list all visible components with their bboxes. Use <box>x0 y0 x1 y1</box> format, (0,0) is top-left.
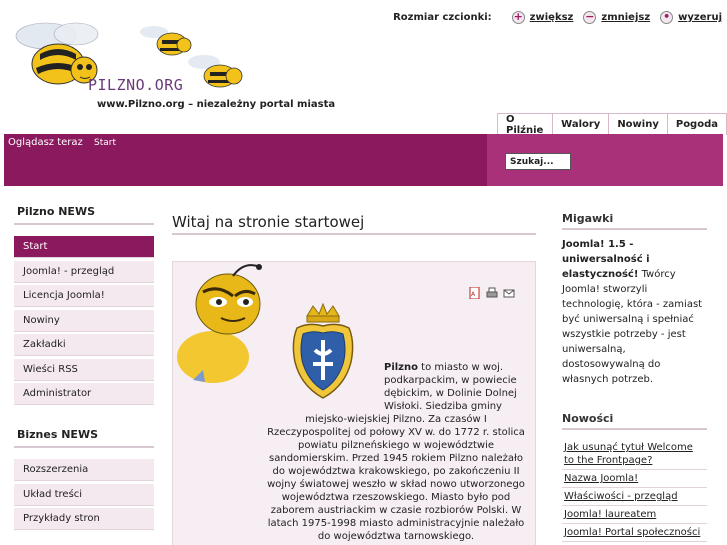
menu-item-licencja[interactable]: Licencja Joomla! <box>14 285 154 307</box>
right-sidebar: Migawki Joomla! 1.5 - uniwersalność i el… <box>562 212 707 542</box>
font-reset-label[interactable]: wyzeruj <box>678 12 722 23</box>
left-sidebar: Pilzno NEWS Start Joomla! - przegląd Lic… <box>14 205 154 533</box>
breadcrumb-label: Oglądasz teraz <box>8 137 83 148</box>
menu-item-start[interactable]: Start <box>14 236 154 258</box>
font-size-label: Rozmiar czcionki: <box>393 12 492 23</box>
site-logo[interactable]: PILZNO.ORG <box>88 76 183 94</box>
menu-item-uklad-tresci[interactable]: Układ treści <box>14 483 154 506</box>
font-decrease-button[interactable]: − zmniejsz <box>583 11 650 24</box>
breadcrumb-current[interactable]: Start <box>94 138 116 148</box>
news-link[interactable]: Nazwa Joomla! <box>562 470 707 488</box>
bee-mascot-icon <box>177 264 262 383</box>
news-link[interactable]: Jak usunąć tytuł Welcome to the Frontpag… <box>562 439 707 470</box>
menu-item-nowiny[interactable]: Nowiny <box>14 309 154 332</box>
font-increase-button[interactable]: + zwiększ <box>511 10 574 24</box>
pdf-icon[interactable]: A <box>469 287 481 299</box>
plus-icon: + <box>511 10 525 24</box>
news-link[interactable]: Joomla! Portal społeczności <box>562 524 707 542</box>
menu-item-administrator[interactable]: Administrator <box>14 383 154 405</box>
menu-item-joomla-przeglad[interactable]: Joomla! - przegląd <box>14 260 154 283</box>
section-title-biznes-news: Biznes NEWS <box>14 428 154 448</box>
nav-item-walory[interactable]: Walory <box>553 113 610 135</box>
site-tagline: www.Pilzno.org – niezależny portal miast… <box>97 99 336 110</box>
menu-item-przyklady-stron[interactable]: Przykłady stron <box>14 508 154 530</box>
menu-item-wiesci-rss[interactable]: Wieści RSS <box>14 358 154 381</box>
nav-item-pogoda[interactable]: Pogoda <box>667 113 727 135</box>
section-title-pilzno-news: Pilzno NEWS <box>14 205 154 225</box>
article-intro-bold: Pilzno <box>384 362 418 373</box>
breadcrumb: Oglądasz teraz Start <box>8 137 116 148</box>
main-menu: Start Joomla! - przegląd Licencja Joomla… <box>14 236 154 405</box>
article-intro: Pilzno to miasto w woj. podkarpackim, w … <box>384 361 532 413</box>
font-size-controls: Rozmiar czcionki: + zwiększ − zmniejsz •… <box>393 11 722 24</box>
nav-item-o-pilznie[interactable]: O Pilźnie <box>498 113 554 136</box>
minus-icon: − <box>583 10 597 24</box>
article: A Pilzno to miasto w woj. podkarpackim, … <box>172 261 536 545</box>
nowosci-links: Jak usunąć tytuł Welcome to the Frontpag… <box>562 439 707 542</box>
menu-item-rozszerzenia[interactable]: Rozszerzenia <box>14 459 154 481</box>
menu-item-zakladki[interactable]: Zakładki <box>14 334 154 356</box>
nav-item-nowiny[interactable]: Nowiny <box>609 113 668 135</box>
migawki-text: Joomla! 1.5 - uniwersalność i elastyczno… <box>562 237 707 387</box>
reset-icon: • <box>660 11 674 24</box>
main-content: Witaj na stronie startowej A Pilzno to m… <box>172 205 536 545</box>
news-link[interactable]: Joomla! laureatem <box>562 506 707 524</box>
font-reset-button[interactable]: • wyzeruj <box>660 11 722 24</box>
article-tools: A <box>464 287 515 299</box>
migawki-title: Migawki <box>562 212 707 230</box>
print-icon[interactable] <box>486 287 498 299</box>
email-icon[interactable] <box>503 287 515 299</box>
coat-of-arms-icon <box>292 302 354 399</box>
page-title: Witaj na stronie startowej <box>172 205 536 235</box>
header: PILZNO.ORG www.Pilzno.org – niezależny p… <box>0 0 727 115</box>
news-link[interactable]: Właściwości - przegląd <box>562 488 707 506</box>
secondary-menu: Rozszerzenia Układ treści Przykłady stro… <box>14 459 154 530</box>
search-input[interactable] <box>505 153 571 170</box>
top-navigation: O Pilźnie Walory Nowiny Pogoda <box>497 113 727 136</box>
migawki-bold: Joomla! 1.5 - uniwersalność i elastyczno… <box>562 239 650 280</box>
font-increase-label[interactable]: zwiększ <box>530 12 574 23</box>
article-body: miejsko-wiejskiej Pilzno. Za czasów I Rz… <box>267 414 525 542</box>
nowosci-title: Nowości <box>562 412 707 430</box>
migawki-body: Twórcy Joomla! stworzyli technologię, kt… <box>562 269 703 385</box>
font-decrease-label[interactable]: zmniejsz <box>601 12 650 23</box>
